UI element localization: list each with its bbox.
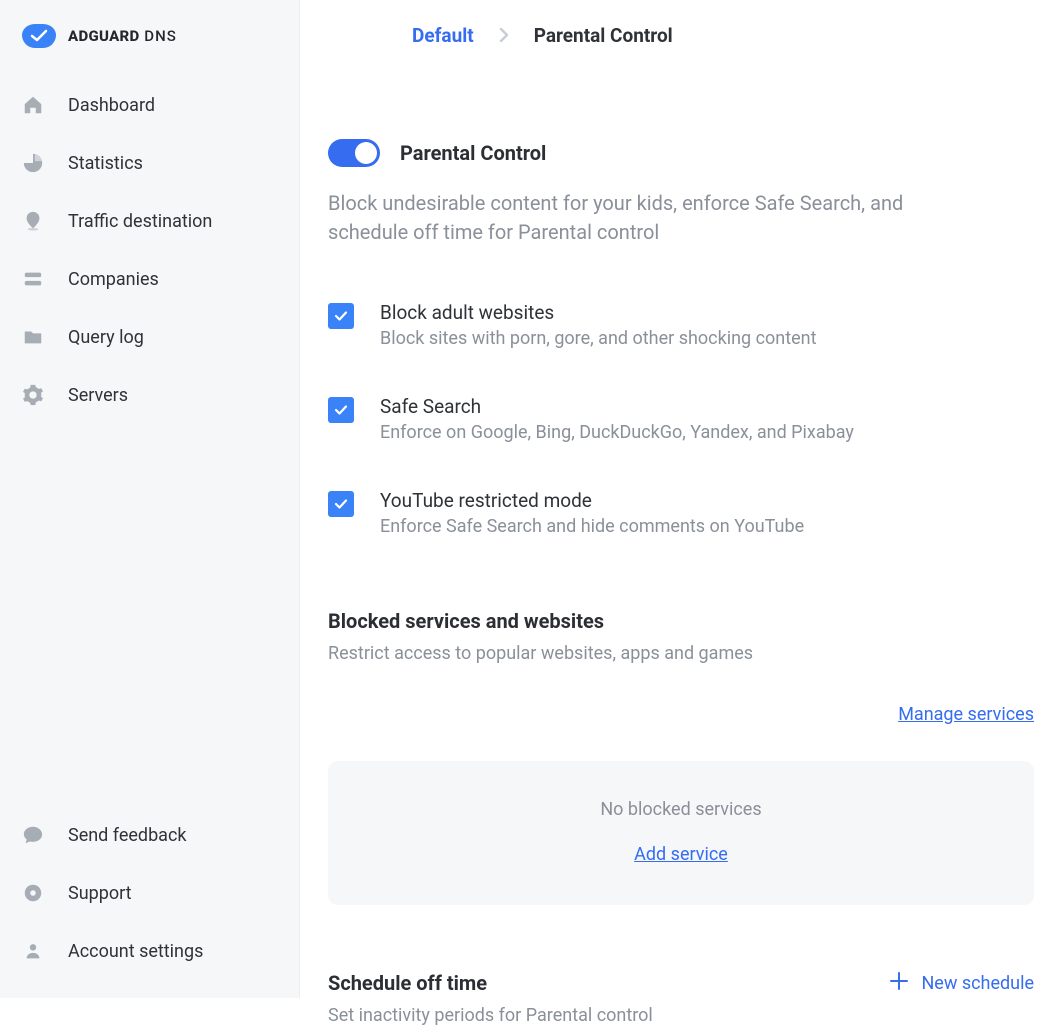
new-schedule-label: New schedule	[921, 973, 1034, 994]
option-title: YouTube restricted mode	[380, 489, 804, 512]
subsection-description: Restrict access to popular websites, app…	[328, 643, 1034, 664]
schedule-description: Set inactivity periods for Parental cont…	[328, 1005, 653, 1026]
sidebar-item-feedback[interactable]: Send feedback	[0, 806, 299, 864]
schedule-section: Schedule off time Set inactivity periods…	[328, 971, 1034, 1026]
sidebar-item-support[interactable]: Support	[0, 864, 299, 922]
checkbox-checked-icon[interactable]	[328, 491, 354, 517]
sidebar-item-label: Companies	[68, 269, 159, 290]
add-service-link[interactable]: Add service	[634, 844, 728, 865]
sidebar-item-label: Support	[68, 883, 132, 904]
sidebar-item-label: Statistics	[68, 153, 143, 174]
home-icon	[22, 94, 44, 116]
logo-icon	[22, 24, 56, 48]
nav-footer: Send feedback Support Account settings	[0, 806, 299, 980]
manage-services-link[interactable]: Manage services	[898, 704, 1034, 725]
option-subtitle: Enforce Safe Search and hide comments on…	[380, 516, 804, 537]
option-subtitle: Block sites with porn, gore, and other s…	[380, 328, 817, 349]
logo[interactable]: ADGUARD DNS	[0, 18, 299, 76]
server-icon	[22, 268, 44, 290]
empty-state-text: No blocked services	[600, 799, 761, 820]
plus-icon	[889, 971, 909, 996]
chat-icon	[22, 824, 44, 846]
user-icon	[22, 940, 44, 962]
option-safe-search[interactable]: Safe Search Enforce on Google, Bing, Duc…	[328, 395, 1034, 443]
sidebar-item-label: Query log	[68, 327, 144, 348]
schedule-title: Schedule off time	[328, 971, 653, 995]
sidebar-item-label: Account settings	[68, 941, 203, 962]
option-youtube-restricted[interactable]: YouTube restricted mode Enforce Safe Sea…	[328, 489, 1034, 537]
section-description: Block undesirable content for your kids,…	[328, 189, 960, 247]
sidebar-item-dashboard[interactable]: Dashboard	[0, 76, 299, 134]
location-pin-icon	[22, 210, 44, 232]
logo-text: ADGUARD DNS	[68, 27, 177, 45]
options-list: Block adult websites Block sites with po…	[328, 301, 1034, 537]
lifebuoy-icon	[22, 882, 44, 904]
sidebar-item-account[interactable]: Account settings	[0, 922, 299, 980]
sidebar: ADGUARD DNS Dashboard Statistics Traffic…	[0, 0, 300, 998]
parental-control-header: Parental Control	[328, 139, 1034, 167]
sidebar-item-statistics[interactable]: Statistics	[0, 134, 299, 192]
parental-control-toggle[interactable]	[328, 139, 380, 167]
breadcrumb: Default Parental Control	[328, 24, 1034, 47]
gear-icon	[22, 384, 44, 406]
breadcrumb-current: Parental Control	[534, 24, 673, 47]
breadcrumb-root[interactable]: Default	[412, 24, 474, 47]
sidebar-item-label: Traffic destination	[68, 211, 212, 232]
folder-icon	[22, 326, 44, 348]
sidebar-item-label: Send feedback	[68, 825, 187, 846]
sidebar-item-label: Servers	[68, 385, 128, 406]
blocked-services-section: Blocked services and websites Restrict a…	[328, 609, 1034, 905]
checkbox-checked-icon[interactable]	[328, 303, 354, 329]
chevron-right-icon	[498, 24, 510, 47]
blocked-services-empty-state: No blocked services Add service	[328, 761, 1034, 905]
main: Default Parental Control Parental Contro…	[300, 0, 1062, 998]
option-title: Block adult websites	[380, 301, 817, 324]
sidebar-item-traffic[interactable]: Traffic destination	[0, 192, 299, 250]
nav-main: Dashboard Statistics Traffic destination…	[0, 76, 299, 424]
option-subtitle: Enforce on Google, Bing, DuckDuckGo, Yan…	[380, 422, 854, 443]
pie-chart-icon	[22, 152, 44, 174]
sidebar-item-label: Dashboard	[68, 95, 155, 116]
sidebar-item-servers[interactable]: Servers	[0, 366, 299, 424]
new-schedule-button[interactable]: New schedule	[889, 971, 1034, 996]
option-block-adult[interactable]: Block adult websites Block sites with po…	[328, 301, 1034, 349]
sidebar-item-companies[interactable]: Companies	[0, 250, 299, 308]
subsection-title: Blocked services and websites	[328, 609, 1034, 633]
section-title: Parental Control	[400, 141, 546, 165]
sidebar-item-querylog[interactable]: Query log	[0, 308, 299, 366]
option-title: Safe Search	[380, 395, 854, 418]
checkbox-checked-icon[interactable]	[328, 397, 354, 423]
